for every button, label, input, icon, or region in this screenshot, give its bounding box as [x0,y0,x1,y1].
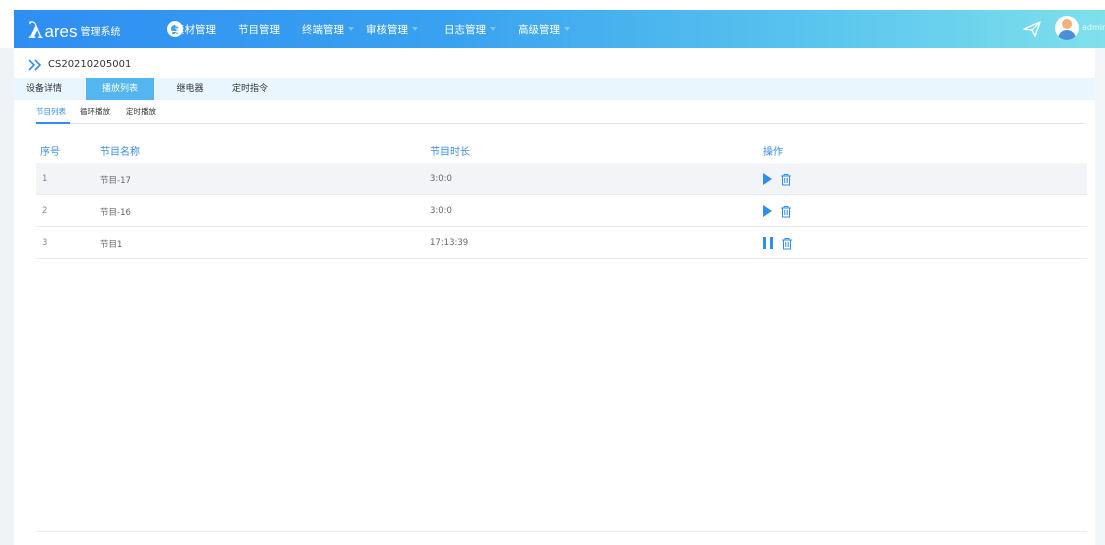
nav-label: 高级管理 [518,23,560,36]
send-icon[interactable] [1022,20,1042,38]
logo-subtitle: 管理系统 [80,27,121,38]
chevron-down-icon [412,27,418,31]
play-icon[interactable] [763,205,772,217]
nav-item-log[interactable]: 日志管理 [444,10,496,48]
user-name[interactable]: admin [1082,23,1105,32]
device-id: CS20210205001 [48,59,132,70]
row-index: 3 [42,238,48,248]
subtab-program-list[interactable]: 节目列表 [36,106,66,117]
column-header-index: 序号 [40,147,60,158]
row-duration: 3:0:0 [430,174,452,184]
avatar-body [1058,30,1076,40]
row-index: 1 [42,174,48,184]
column-header-actions: 操作 [763,147,783,158]
column-header-name: 节目名称 [100,147,140,158]
row-index: 2 [42,206,48,216]
table-row: 2 节目-16 3:0:0 [36,195,1087,227]
logo-word: ares [44,22,78,41]
table-bottom-divider [36,531,1087,532]
nav-label: 素材管理 [174,23,216,36]
table-header: 序号 节目名称 节目时长 操作 [36,137,1087,163]
device-bar: CS20210205001 [14,57,1095,75]
left-edge [0,48,14,545]
row-name: 节目-17 [100,176,131,186]
tab-label: 定时指令 [231,84,268,94]
tab-timed-command[interactable]: 定时指令 [222,78,278,100]
nav-label: 节目管理 [238,23,280,36]
tab-label: 播放列表 [101,84,138,94]
right-edge [1095,48,1105,545]
nav-label: 日志管理 [444,23,486,36]
subtab-active-indicator [36,122,70,124]
nav-item-material[interactable]: 素材管理 [174,10,216,48]
tab-label: 继电器 [176,84,204,94]
subtab-divider [36,123,1085,124]
tab-relay[interactable]: 继电器 [162,78,218,100]
subtab-loop-play[interactable]: 循环播放 [80,106,110,117]
app-root: λ ares 管理系统 素材管理 节目管理 终端管理 审核管理 日志管理 高级管… [0,0,1105,545]
double-chevron-icon [28,59,42,71]
trash-icon[interactable] [780,205,792,218]
nav-label: 审核管理 [366,23,408,36]
trash-icon[interactable] [781,237,793,250]
table-row: 1 节目-17 3:0:0 [36,163,1087,195]
trash-icon[interactable] [780,173,792,186]
nav-label: 终端管理 [302,23,344,36]
tab-playlist[interactable]: 播放列表 [86,78,154,100]
column-header-duration: 节目时长 [430,147,470,158]
subtab-timed-play[interactable]: 定时播放 [126,106,156,117]
nav-item-terminal[interactable]: 终端管理 [302,10,354,48]
sub-tabs: 节目列表 循环播放 定时播放 [14,103,1095,125]
main-tabs: 设备详情 播放列表 继电器 定时指令 [14,78,1095,100]
tab-device-details[interactable]: 设备详情 [20,78,68,100]
tab-label: 设备详情 [25,84,62,94]
row-duration: 17:13:39 [430,238,469,248]
row-name: 节目1 [100,240,123,250]
chevron-down-icon [348,27,354,31]
avatar-head [1062,19,1072,29]
row-duration: 3:0:0 [430,206,452,216]
row-actions [763,172,792,186]
logo[interactable]: λ ares 管理系统 [28,16,121,42]
chevron-down-icon [490,27,496,31]
row-actions [763,236,793,250]
chevron-down-icon [564,27,570,31]
logo-mark: λ [28,18,44,44]
program-table: 序号 节目名称 节目时长 操作 1 节目-17 3:0:0 2 节目-16 3:… [36,137,1087,259]
row-actions [763,204,792,218]
pause-icon[interactable] [763,237,773,249]
nav-item-program[interactable]: 节目管理 [238,10,280,48]
nav-item-audit[interactable]: 审核管理 [366,10,418,48]
nav-item-advanced[interactable]: 高级管理 [518,10,570,48]
row-name: 节目-16 [100,208,131,218]
play-icon[interactable] [763,173,772,185]
avatar[interactable] [1055,16,1079,40]
top-header: λ ares 管理系统 素材管理 节目管理 终端管理 审核管理 日志管理 高级管… [14,10,1105,48]
table-row: 3 节目1 17:13:39 [36,227,1087,259]
